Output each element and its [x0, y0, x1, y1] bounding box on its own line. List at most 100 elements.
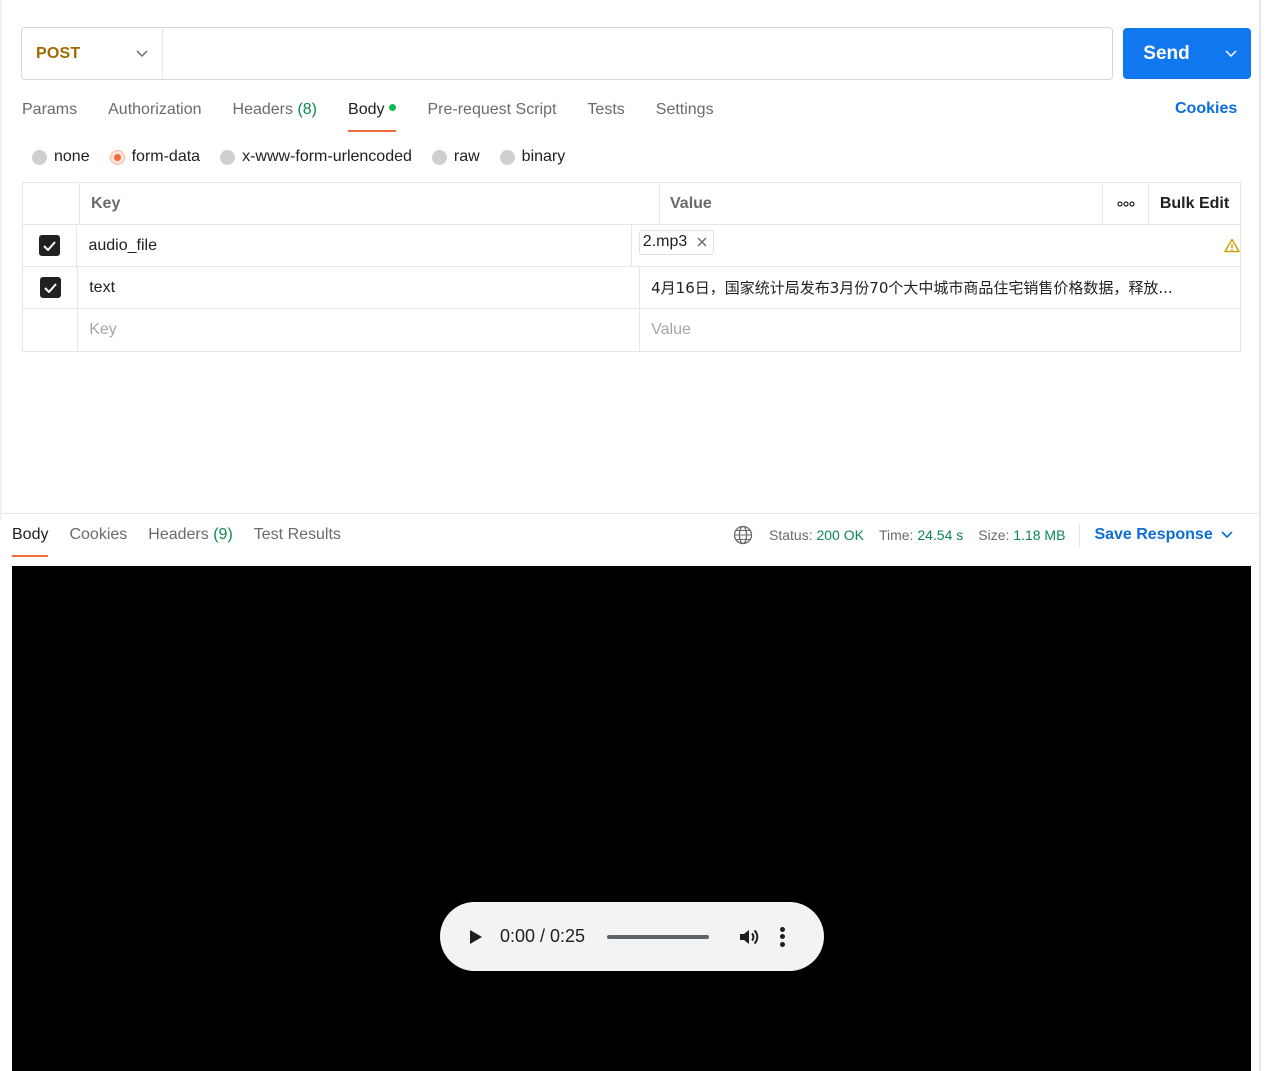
tab-authorization[interactable]: Authorization	[108, 96, 201, 132]
new-value-input[interactable]: Value	[640, 309, 1202, 351]
tab-response-body[interactable]: Body	[12, 521, 49, 557]
tab-params[interactable]: Params	[22, 96, 77, 132]
headers-count: (9)	[213, 526, 233, 543]
seek-bar[interactable]	[607, 934, 710, 939]
key-text: audio_file	[88, 236, 157, 254]
postman-window: POST Send Params Authorization Headers (…	[0, 0, 1280, 1071]
cookies-link[interactable]: Cookies	[1175, 100, 1237, 118]
body-active-dot	[389, 104, 397, 111]
tab-label: Params	[22, 101, 78, 118]
form-data-table: Key Value Bulk Edit audio_file 2.mp3 tex…	[22, 182, 1241, 352]
status-group: Status: 200 OK	[769, 527, 864, 543]
more-vertical-icon[interactable]	[779, 926, 785, 947]
tab-response-cookies[interactable]: Cookies	[69, 521, 127, 557]
tab-label: Settings	[655, 101, 714, 118]
url-input[interactable]	[163, 28, 1112, 79]
tab-label: Authorization	[108, 101, 202, 118]
row-check-cell	[23, 267, 79, 308]
tab-label: Cookies	[69, 526, 128, 543]
more-options-button[interactable]	[1102, 183, 1149, 224]
value-cell[interactable]: 4月16日，国家统计局发布3月份70个大中城市商品住宅销售价格数据，释放...	[640, 267, 1202, 308]
header-check-cell	[23, 183, 80, 224]
tab-response-headers[interactable]: Headers (9)	[148, 521, 233, 557]
tab-pre-request-script[interactable]: Pre-request Script	[427, 96, 556, 132]
send-button[interactable]: Send	[1123, 28, 1251, 79]
response-meta: Status: 200 OK Time: 24.54 s Size: 1.18 …	[733, 523, 1233, 547]
row-checkbox[interactable]	[39, 277, 61, 298]
method-label: POST	[36, 44, 81, 62]
radio-button[interactable]	[499, 149, 515, 165]
save-response-button[interactable]: Save Response	[1079, 523, 1233, 547]
size-group: Size: 1.18 MB	[978, 527, 1065, 543]
tab-tests[interactable]: Tests	[587, 96, 624, 132]
bulk-edit-button[interactable]: Bulk Edit	[1149, 183, 1240, 224]
method-select[interactable]: POST	[22, 28, 163, 79]
body-type-selector: none form-data x-www-form-urlencoded raw…	[32, 146, 565, 168]
tab-label: Body	[12, 526, 49, 543]
file-name: 2.mp3	[642, 233, 688, 250]
radio-x-www-form-urlencoded[interactable]: x-www-form-urlencoded	[220, 146, 412, 168]
radio-button[interactable]	[220, 149, 236, 165]
warning-icon[interactable]	[1224, 238, 1240, 253]
left-border	[0, 0, 2, 520]
time-value[interactable]: 24.54 s	[917, 527, 963, 543]
tab-headers[interactable]: Headers (8)	[233, 96, 318, 132]
table-row: audio_file 2.mp3	[23, 225, 1240, 267]
row-check-cell	[23, 225, 78, 266]
row-check-cell	[23, 309, 79, 351]
row-checkbox[interactable]	[39, 235, 61, 256]
radio-binary[interactable]: binary	[499, 146, 565, 168]
table-header-row: Key Value Bulk Edit	[23, 183, 1240, 225]
empty-cell	[1202, 267, 1240, 308]
status-value[interactable]: 200 OK	[816, 527, 863, 543]
headers-count: (8)	[297, 101, 318, 118]
radio-label: form-data	[131, 148, 201, 165]
response-body-viewer: 0:00 / 0:25	[12, 566, 1251, 1071]
radio-label: none	[54, 148, 90, 165]
send-dropdown[interactable]	[1210, 28, 1251, 79]
response-tabs: Body Cookies Headers (9) Test Results	[12, 521, 341, 557]
tab-label: Tests	[587, 101, 625, 118]
status-label: Status:	[769, 527, 813, 543]
radio-button[interactable]	[431, 149, 447, 165]
size-value[interactable]: 1.18 MB	[1013, 527, 1065, 543]
file-chip: 2.mp3	[638, 230, 715, 255]
value-text: 4月16日，国家统计局发布3月份70个大中城市商品住宅销售价格数据，释放...	[651, 279, 1173, 297]
empty-cell	[1202, 309, 1240, 351]
tab-label: Body	[348, 101, 385, 118]
save-response-label: Save Response	[1094, 526, 1213, 543]
close-icon[interactable]	[697, 237, 707, 247]
size-label: Size:	[978, 527, 1010, 543]
chevron-down-icon	[136, 49, 148, 57]
volume-button[interactable]	[738, 926, 760, 948]
radio-label: raw	[453, 148, 480, 165]
radio-raw[interactable]: raw	[431, 146, 480, 168]
response-divider	[2, 513, 1259, 514]
table-row: text 4月16日，国家统计局发布3月份70个大中城市商品住宅销售价格数据，释…	[23, 267, 1240, 309]
play-button[interactable]	[466, 927, 486, 947]
key-text: text	[89, 278, 116, 296]
new-key-input[interactable]: Key	[78, 309, 641, 351]
tab-test-results[interactable]: Test Results	[254, 521, 341, 557]
tab-label: Pre-request Script	[427, 101, 557, 118]
warning-cell	[1186, 225, 1240, 266]
radio-button[interactable]	[32, 149, 47, 165]
tab-settings[interactable]: Settings	[656, 96, 714, 132]
send-label: Send	[1143, 42, 1190, 64]
right-border	[1259, 0, 1261, 1071]
radio-none[interactable]: none	[32, 146, 90, 168]
tab-label: Headers	[148, 526, 209, 543]
time-label: Time:	[878, 527, 914, 543]
tab-label: Headers	[232, 101, 293, 118]
value-cell[interactable]: 2.mp3	[632, 225, 1186, 266]
globe-icon[interactable]	[733, 525, 753, 545]
key-cell[interactable]: audio_file	[77, 225, 632, 266]
tab-body[interactable]: Body	[348, 96, 397, 132]
audio-time: 0:00 / 0:25	[500, 926, 586, 946]
play-icon	[470, 929, 482, 944]
key-cell[interactable]: text	[78, 267, 641, 308]
radio-button-selected[interactable]	[109, 149, 125, 165]
radio-form-data[interactable]: form-data	[109, 146, 201, 168]
tab-label: Test Results	[253, 526, 341, 543]
url-bar: POST	[21, 27, 1113, 80]
